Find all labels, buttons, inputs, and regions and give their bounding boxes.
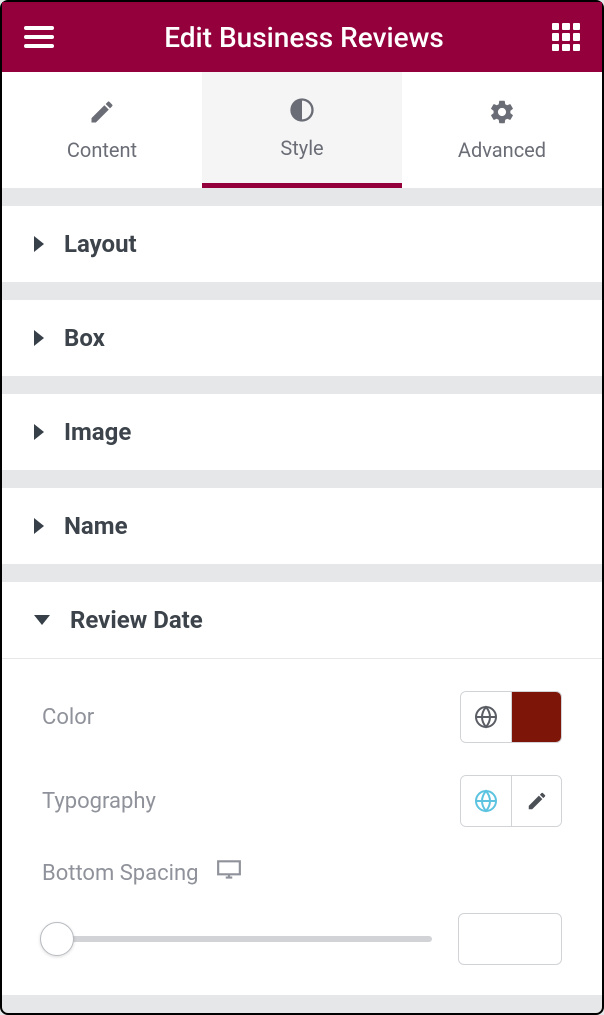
section-box[interactable]: Box	[2, 300, 602, 376]
typography-label: Typography	[42, 789, 156, 814]
globe-icon	[474, 705, 498, 729]
slider-track	[42, 936, 432, 942]
header-title: Edit Business Reviews	[56, 21, 552, 54]
tab-content-label: Content	[67, 138, 137, 162]
caret-right-icon	[34, 330, 44, 346]
section-layout-title: Layout	[64, 230, 137, 258]
pencil-icon	[88, 98, 116, 126]
typography-global-button[interactable]	[461, 776, 511, 826]
caret-down-icon	[34, 615, 50, 625]
apps-icon[interactable]	[552, 23, 580, 51]
bottom-spacing-label: Bottom Spacing	[42, 861, 198, 886]
color-global-button[interactable]	[461, 692, 511, 742]
section-name[interactable]: Name	[2, 488, 602, 564]
bottom-spacing-slider[interactable]	[42, 921, 432, 957]
contrast-icon	[288, 96, 316, 124]
caret-right-icon	[34, 424, 44, 440]
tab-advanced-label: Advanced	[458, 138, 546, 162]
caret-right-icon	[34, 236, 44, 252]
device-desktop-button[interactable]	[216, 859, 242, 887]
color-picker-group	[460, 691, 562, 743]
menu-icon[interactable]	[24, 21, 56, 53]
tab-advanced[interactable]: Advanced	[402, 72, 602, 188]
caret-right-icon	[34, 518, 44, 534]
color-label: Color	[42, 705, 94, 730]
bottom-spacing-input[interactable]	[458, 913, 562, 965]
slider-thumb[interactable]	[40, 922, 74, 956]
tab-content[interactable]: Content	[2, 72, 202, 188]
section-image[interactable]: Image	[2, 394, 602, 470]
typography-group	[460, 775, 562, 827]
tab-style[interactable]: Style	[202, 72, 402, 188]
globe-icon	[474, 789, 498, 813]
section-layout[interactable]: Layout	[2, 206, 602, 282]
pencil-icon	[526, 790, 548, 812]
section-image-title: Image	[64, 418, 131, 446]
section-name-title: Name	[64, 512, 128, 540]
gear-icon	[488, 98, 516, 126]
monitor-icon	[216, 859, 242, 881]
section-review-date-title: Review Date	[70, 606, 203, 634]
typography-edit-button[interactable]	[511, 776, 561, 826]
tab-style-label: Style	[280, 136, 323, 160]
section-box-title: Box	[64, 324, 105, 352]
section-review-date[interactable]: Review Date	[2, 582, 602, 658]
color-swatch-button[interactable]	[511, 692, 561, 742]
